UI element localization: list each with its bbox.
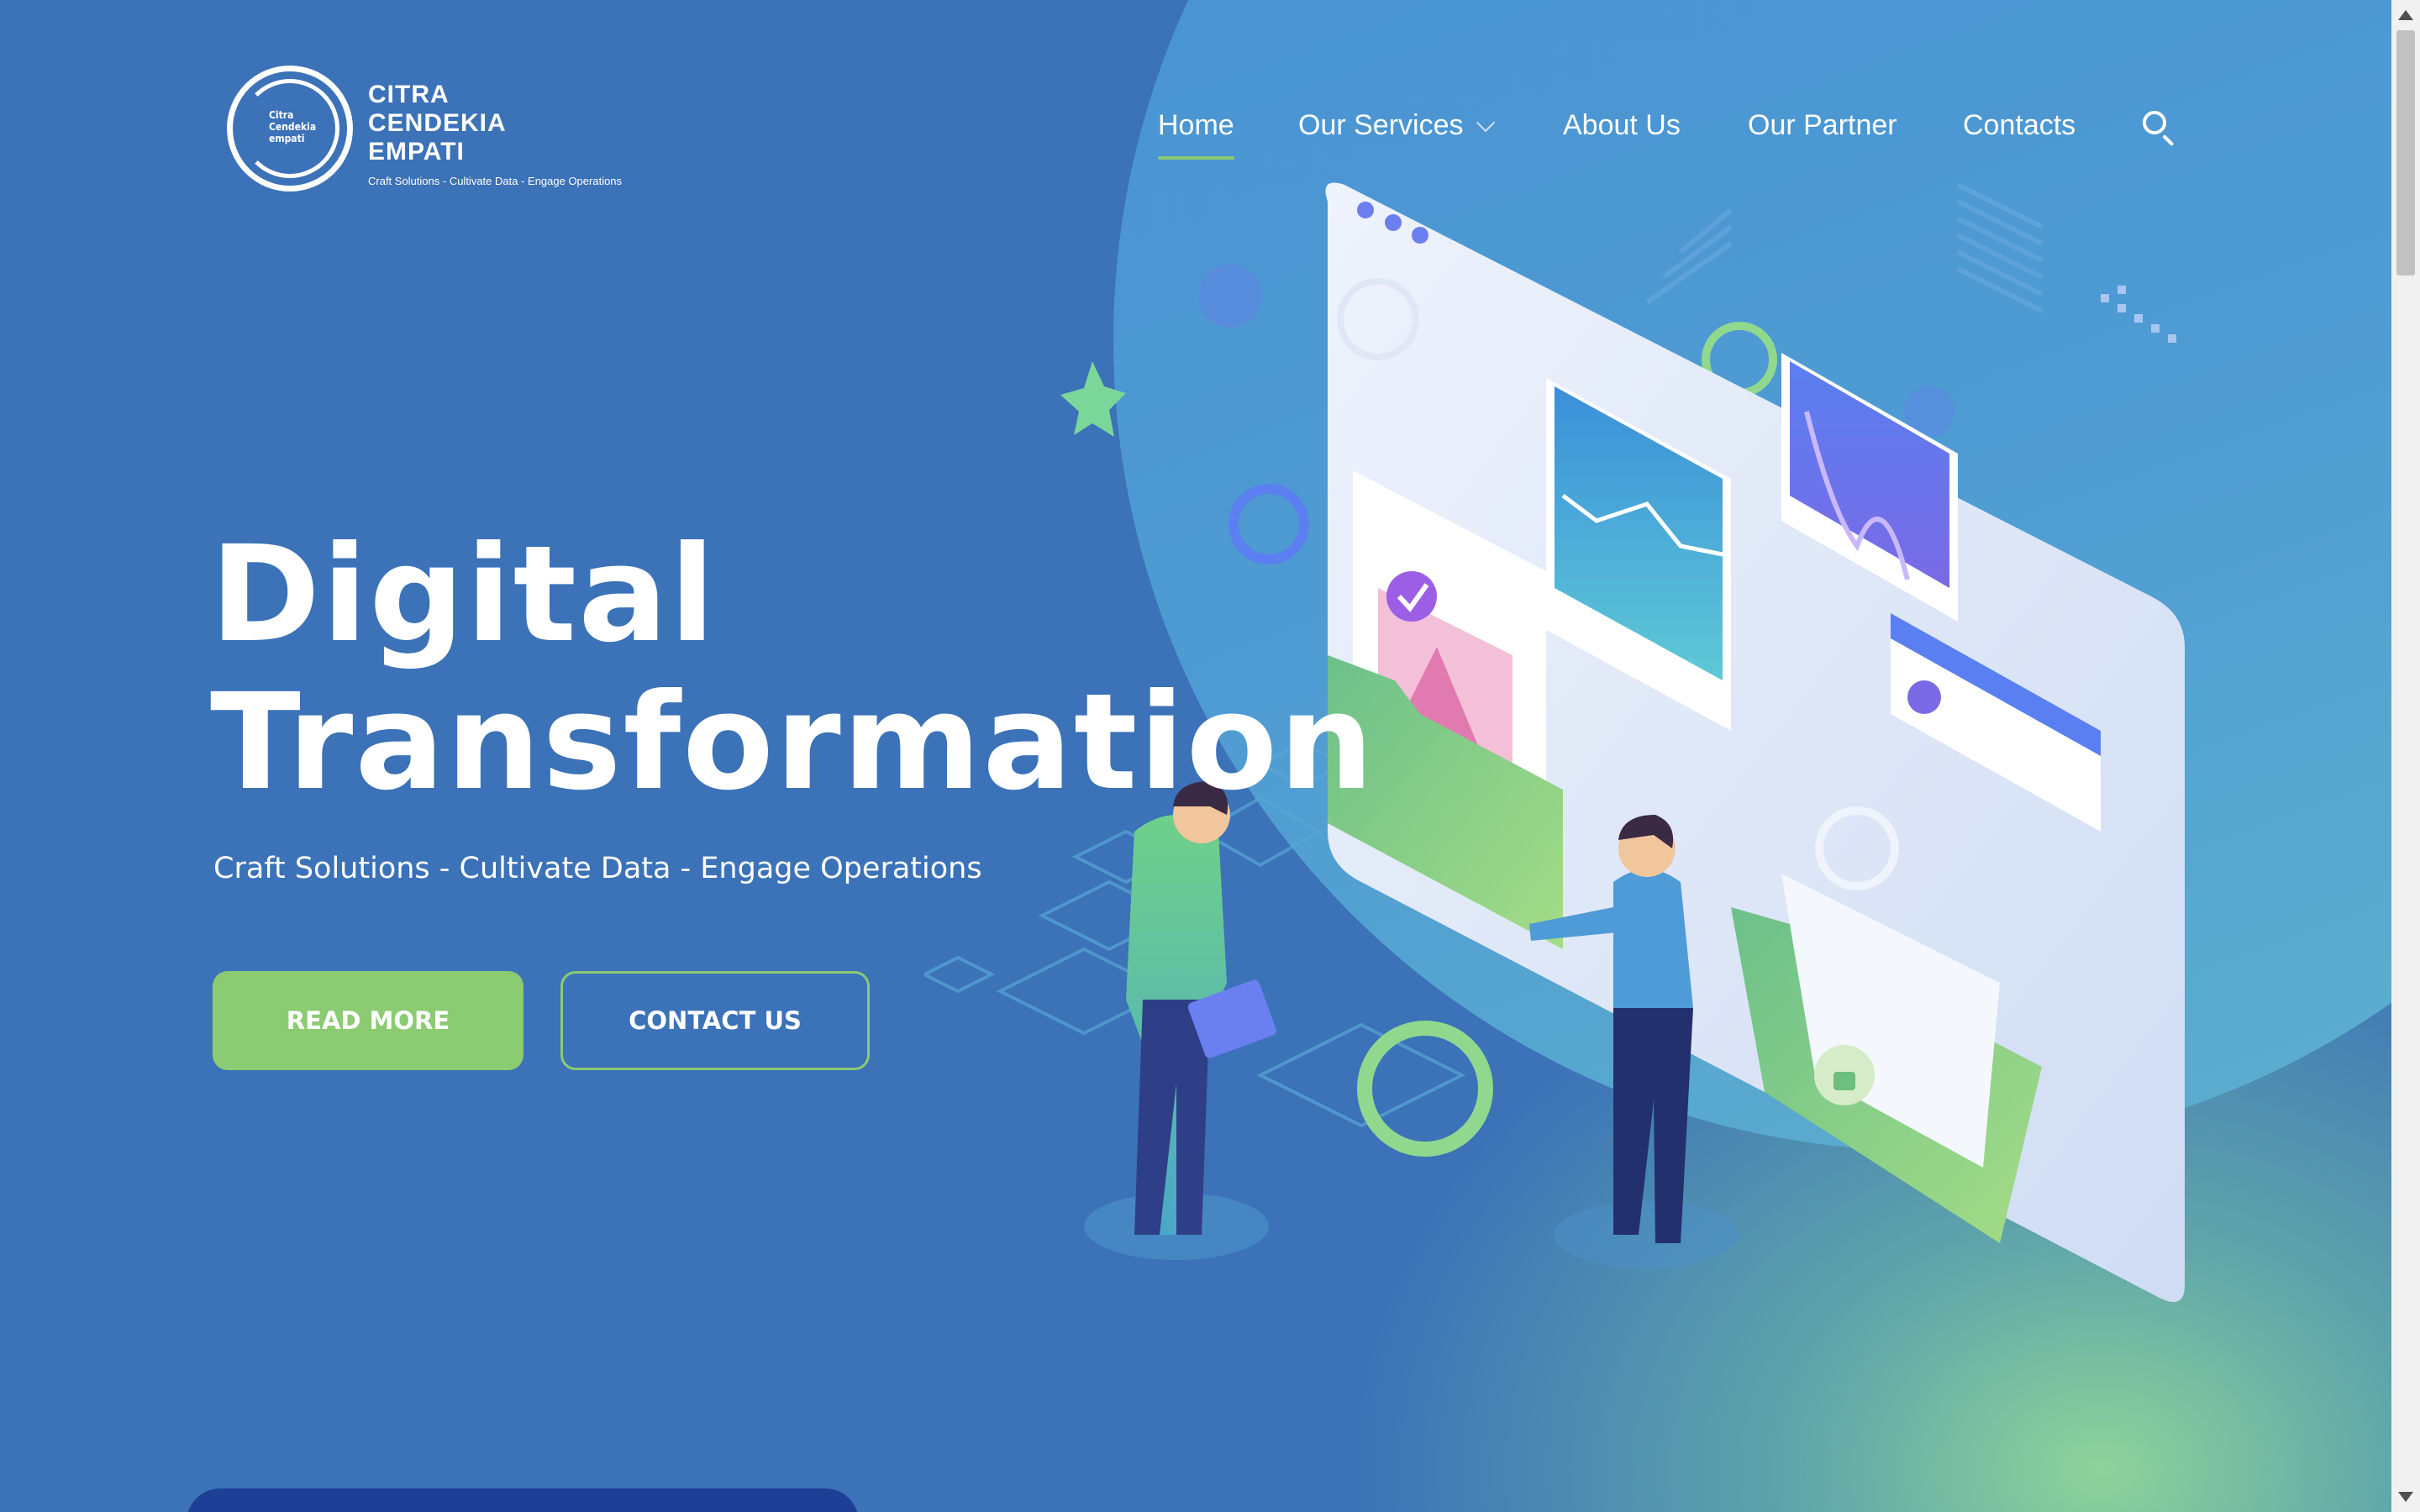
page-scrollbar[interactable]: [2391, 0, 2420, 1512]
logo-mark-text: Citra Cendekia empati: [269, 109, 317, 144]
search-icon[interactable]: [2141, 109, 2181, 150]
hero-title-line-1: Digital: [210, 517, 717, 672]
nav-item-our-services[interactable]: Our Services: [1298, 109, 1495, 142]
search-lens: [2143, 111, 2166, 134]
contact-us-button[interactable]: CONTACT US: [560, 971, 870, 1070]
company-name: CITRA CENDEKIA EMPATI: [368, 81, 507, 165]
hero-title-line-2: Transformation: [210, 665, 1376, 820]
nav-item-contacts[interactable]: Contacts: [1963, 109, 2075, 142]
nav-item-our-partner[interactable]: Our Partner: [1748, 109, 1897, 142]
next-section-card: [187, 1488, 859, 1512]
scroll-down-arrow-icon[interactable]: [2398, 1492, 2413, 1502]
hero-section: Citra Cendekia empati CITRA CENDEKIA EMP…: [0, 0, 2391, 1512]
hero-subtitle: Craft Solutions - Cultivate Data - Engag…: [213, 852, 982, 885]
read-more-button[interactable]: READ MORE: [213, 971, 523, 1070]
company-logo[interactable]: Citra Cendekia empati CITRA CENDEKIA EMP…: [227, 66, 630, 200]
search-handle: [2162, 134, 2175, 147]
logo-tagline: Craft Solutions - Cultivate Data - Engag…: [368, 175, 623, 187]
scroll-up-arrow-icon[interactable]: [2398, 10, 2413, 20]
hero-title: Digital Transformation: [210, 521, 1376, 816]
nav-item-about-us[interactable]: About Us: [1563, 109, 1681, 142]
chevron-down-icon: [1476, 113, 1495, 133]
nav-item-home[interactable]: Home: [1158, 109, 1234, 160]
nav-item-label: Our Services: [1298, 109, 1464, 141]
scrollbar-thumb[interactable]: [2396, 30, 2415, 276]
